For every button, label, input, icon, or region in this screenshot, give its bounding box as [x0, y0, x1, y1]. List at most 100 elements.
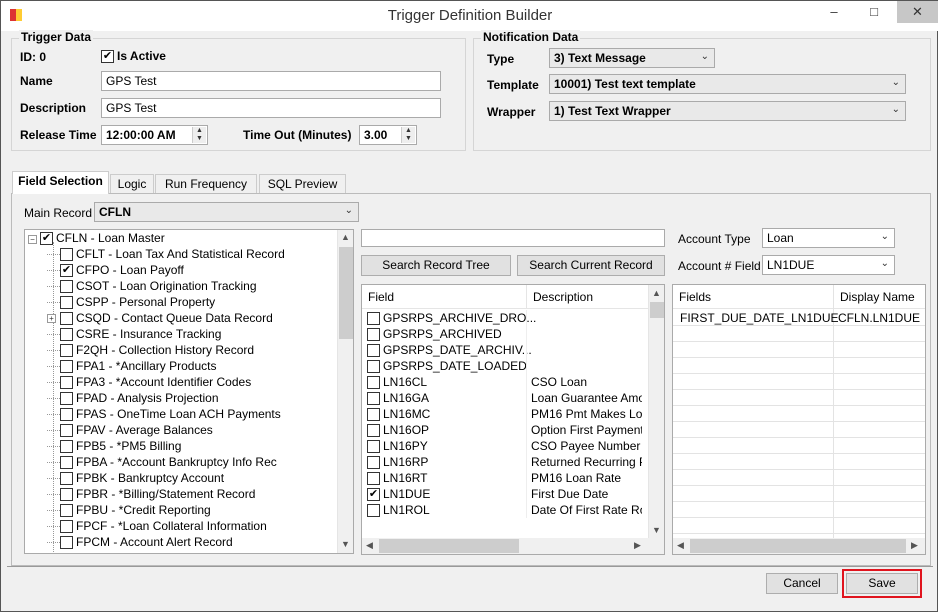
tree-checkbox[interactable] [60, 488, 73, 502]
description-column-header[interactable]: Description [526, 285, 648, 309]
scroll-right-icon[interactable]: ▶ [911, 540, 918, 551]
release-time-picker[interactable]: 12:00:00 AM ▲ ▼ [101, 125, 208, 145]
tree-checkbox[interactable] [60, 328, 73, 342]
scroll-left-icon[interactable]: ◀ [677, 540, 684, 551]
description-input[interactable]: GPS Test [101, 98, 441, 118]
search-record-tree-button[interactable]: Search Record Tree [361, 255, 511, 276]
account-field-select[interactable]: LN1DUE ⌄ [762, 255, 895, 275]
tree-item[interactable]: CSOT - Loan Origination Tracking [47, 278, 257, 294]
selected-fields-grid[interactable]: Fields Display Name FIRST_DUE_DATE_LN1DU… [672, 284, 926, 555]
tree-item[interactable]: FPBK - Bankruptcy Account [47, 470, 224, 486]
tree-item[interactable]: FPCF - *Loan Collateral Information [47, 518, 267, 534]
field-row[interactable]: LN16PY CSO Payee Number [362, 438, 648, 454]
cancel-button[interactable]: Cancel [766, 573, 838, 594]
field-row[interactable]: LN16RT PM16 Loan Rate [362, 470, 648, 486]
tree-checkbox[interactable] [60, 280, 73, 294]
search-current-record-button[interactable]: Search Current Record [517, 255, 665, 276]
tree-checkbox[interactable] [60, 504, 73, 518]
selected-grid-hscroll[interactable]: ◀ ▶ [673, 538, 925, 554]
scroll-up-icon[interactable]: ▲ [652, 288, 661, 298]
tree-item[interactable]: FPAS - OneTime Loan ACH Payments [47, 406, 281, 422]
field-row[interactable]: GPSRPS_ARCHIVE_DRO... [362, 310, 648, 326]
expand-icon[interactable]: + [47, 314, 56, 324]
field-checkbox[interactable] [367, 440, 380, 454]
field-row[interactable]: ✔ LN1DUE First Due Date [362, 486, 648, 502]
tree-item[interactable]: CFLT - Loan Tax And Statistical Record [47, 246, 285, 262]
save-button[interactable]: Save [846, 573, 918, 594]
field-checkbox[interactable] [367, 360, 380, 374]
tree-item[interactable]: FPAV - Average Balances [47, 422, 213, 438]
maximize-button[interactable]: □ [859, 1, 889, 23]
field-checkbox[interactable] [367, 472, 380, 486]
field-row[interactable]: LN16MCPM16 Pmt Makes Loan Current [362, 406, 648, 422]
tab-sql-preview[interactable]: SQL Preview [259, 174, 346, 194]
scroll-left-icon[interactable]: ◀ [366, 540, 373, 551]
tree-checkbox[interactable] [60, 536, 73, 550]
tree-item[interactable]: FPA1 - *Ancillary Products [47, 358, 217, 374]
scroll-down-icon[interactable]: ▼ [341, 539, 350, 549]
field-checkbox[interactable] [367, 344, 380, 358]
search-input[interactable] [361, 229, 665, 247]
tree-checkbox[interactable] [60, 456, 73, 470]
field-checkbox[interactable] [367, 408, 380, 422]
scroll-thumb[interactable] [650, 302, 664, 318]
field-checkbox[interactable] [367, 328, 380, 342]
field-row[interactable]: GPSRPS_ARCHIVED [362, 326, 648, 342]
scroll-thumb[interactable] [690, 539, 906, 553]
wrapper-select[interactable]: 1) Test Text Wrapper ⌄ [549, 101, 906, 121]
tree-item[interactable]: FPB5 - *PM5 Billing [47, 438, 181, 454]
tree-item[interactable]: CSRE - Insurance Tracking [47, 326, 221, 342]
tree-item[interactable]: F2QH - Collection History Record [47, 342, 254, 358]
field-row[interactable]: GPSRPS_DATE_ARCHIV... [362, 342, 648, 358]
tree-item[interactable]: ✔ CFPO - Loan Payoff [47, 262, 184, 278]
tab-run-frequency[interactable]: Run Frequency [155, 174, 257, 194]
tree-scrollbar[interactable]: ▲ ▼ [337, 230, 353, 553]
field-row[interactable]: GPSRPS_DATE_LOADED [362, 358, 648, 374]
tree-item[interactable]: FPA3 - *Account Identifier Codes [47, 374, 251, 390]
tree-checkbox[interactable] [60, 296, 73, 310]
field-checkbox[interactable]: ✔ [367, 488, 380, 502]
display-name-column-header[interactable]: Display Name [834, 285, 925, 309]
record-tree[interactable]: − ✔ CFLN - Loan Master CFLT - Loan Tax And … [24, 229, 354, 554]
field-list-vscroll[interactable]: ▲ ▼ [648, 285, 664, 538]
type-select[interactable]: 3) Text Message ⌄ [549, 48, 715, 68]
tree-item[interactable]: FPBU - *Credit Reporting [47, 502, 211, 518]
scroll-thumb[interactable] [339, 247, 353, 339]
field-row[interactable]: LN16OP Option First Payment [362, 422, 648, 438]
tree-item[interactable]: + CSQD - Contact Queue Data Record [47, 310, 273, 326]
is-active-checkbox[interactable]: ✔ Is Active [101, 49, 166, 64]
field-row[interactable]: LN16GALoan Guarantee Amount [362, 390, 648, 406]
minimize-button[interactable]: – [819, 1, 849, 23]
tree-item[interactable]: CSPP - Personal Property [47, 294, 215, 310]
field-row[interactable]: LN16CL CSO Loan [362, 374, 648, 390]
tree-checkbox[interactable] [60, 312, 73, 326]
tree-checkbox[interactable] [60, 408, 73, 422]
tree-checkbox[interactable]: ✔ [60, 264, 73, 278]
field-checkbox[interactable] [367, 456, 380, 470]
tree-checkbox[interactable] [60, 440, 73, 454]
tree-checkbox[interactable] [60, 392, 73, 406]
tree-checkbox[interactable] [60, 376, 73, 390]
spinner-icon[interactable]: ▲ ▼ [192, 127, 206, 143]
selected-field-row[interactable]: FIRST_DUE_DATE_LN1DUE CFLN.LN1DUE [673, 310, 925, 326]
tree-item[interactable]: FPAD - Analysis Projection [47, 390, 219, 406]
field-checkbox[interactable] [367, 312, 380, 326]
tree-item-root[interactable]: − ✔ CFLN - Loan Master [28, 230, 165, 246]
tree-item[interactable]: FPCM - Account Alert Record [47, 534, 233, 550]
field-row[interactable]: LN1ROL Date Of First Rate Roll [362, 502, 648, 518]
account-type-select[interactable]: Loan ⌄ [762, 228, 895, 248]
tree-checkbox[interactable] [60, 360, 73, 374]
field-checkbox[interactable] [367, 504, 380, 518]
scroll-right-icon[interactable]: ▶ [634, 540, 641, 551]
field-checkbox[interactable] [367, 424, 380, 438]
fields-column-header[interactable]: Fields [673, 285, 833, 309]
timeout-spinner[interactable]: 3.00 ▲ ▼ [359, 125, 417, 145]
field-checkbox[interactable] [367, 392, 380, 406]
tree-checkbox[interactable] [60, 344, 73, 358]
tree-item[interactable]: FPBR - *Billing/Statement Record [47, 486, 255, 502]
scroll-down-icon[interactable]: ▼ [652, 525, 661, 535]
tree-checkbox[interactable] [60, 520, 73, 534]
field-checkbox[interactable] [367, 376, 380, 390]
tab-logic[interactable]: Logic [110, 174, 154, 194]
tree-checkbox[interactable] [60, 248, 73, 262]
